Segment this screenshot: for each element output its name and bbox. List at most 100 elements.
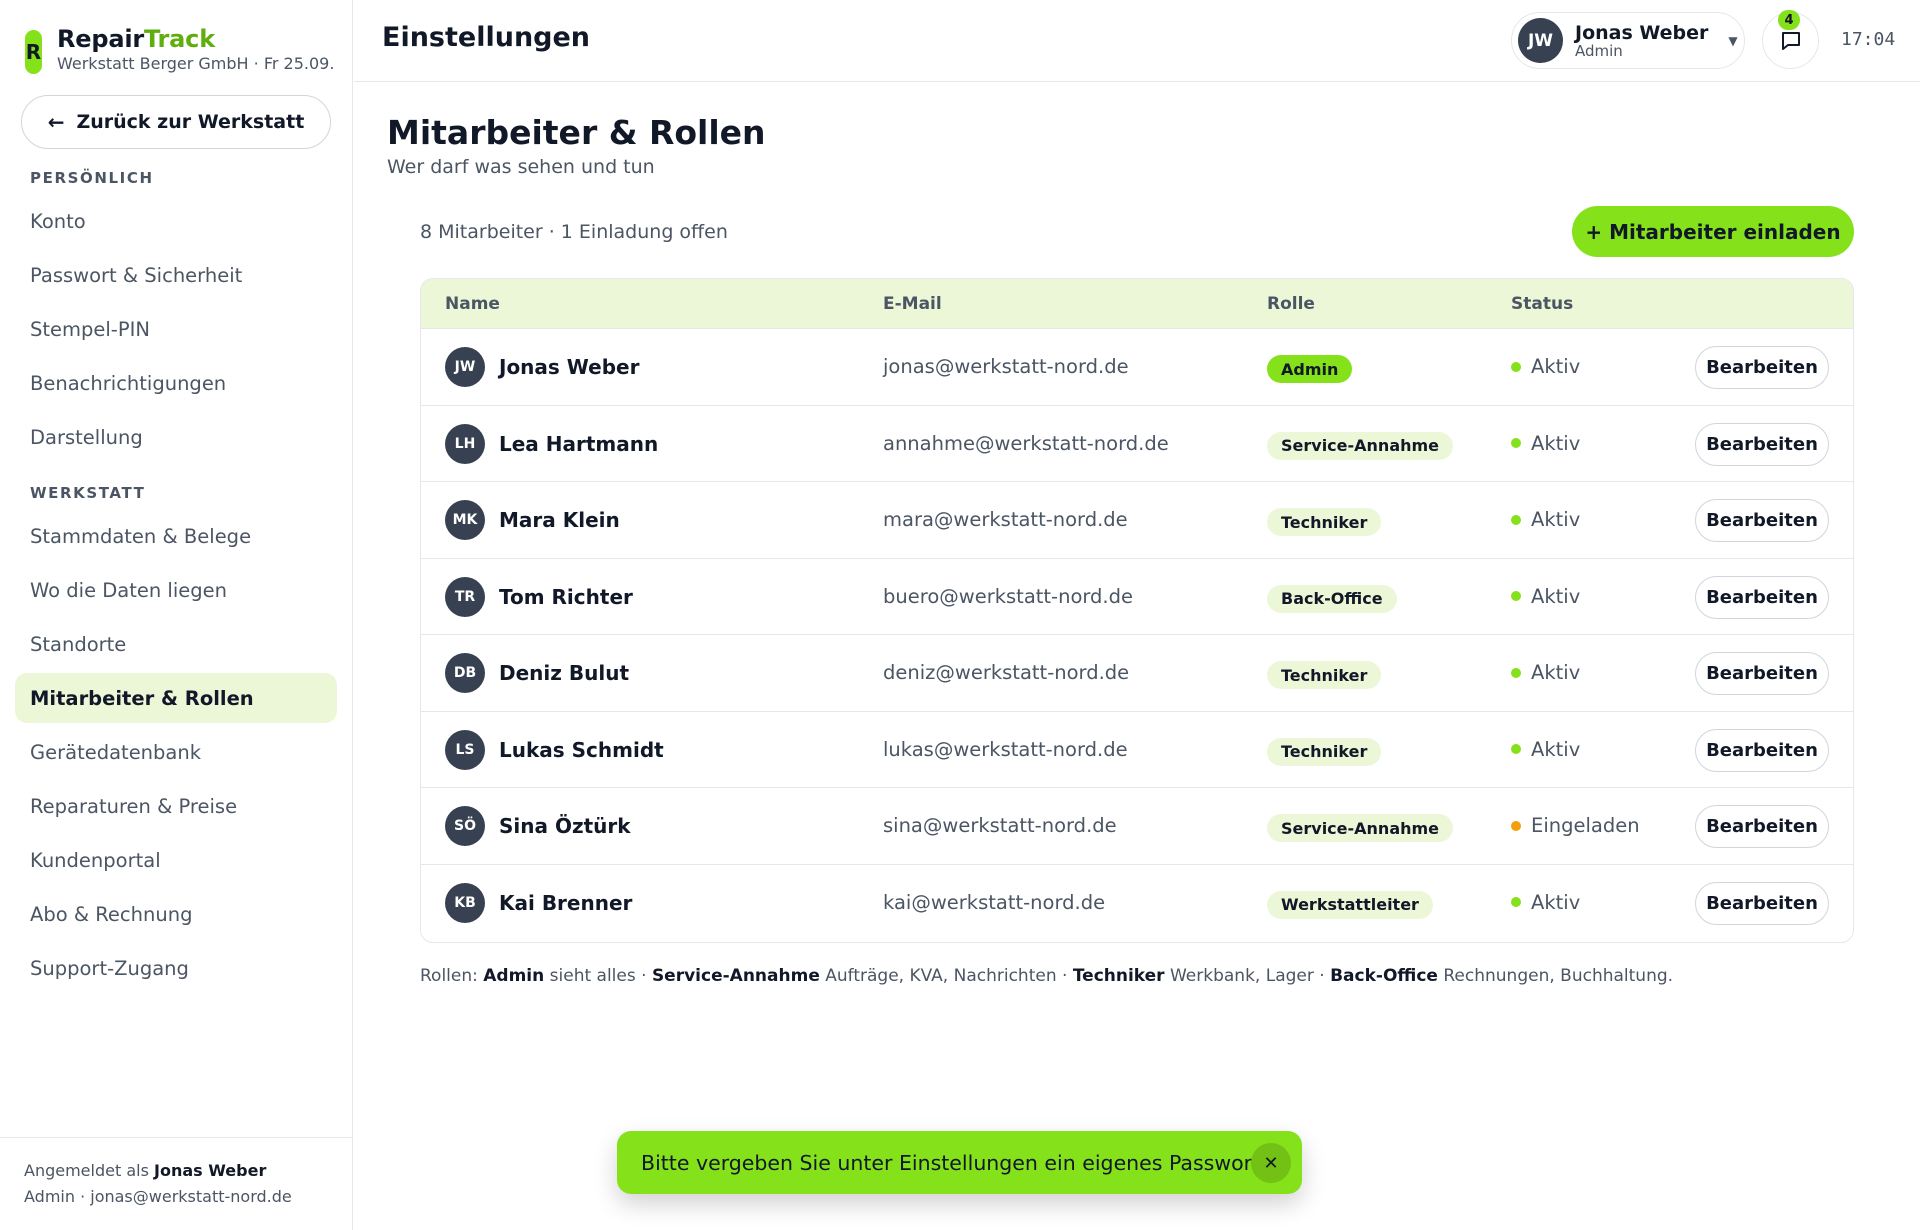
edit-button[interactable]: Bearbeiten <box>1695 805 1829 848</box>
password-toast: Bitte vergeben Sie unter Einstellungen e… <box>617 1131 1302 1194</box>
brand-logo-letter: R <box>25 40 42 64</box>
sidebar-item-darstellung[interactable]: Darstellung <box>15 412 337 462</box>
sidebar-item-kundenportal[interactable]: Kundenportal <box>15 835 337 885</box>
legend-desc: sieht alles <box>549 966 636 986</box>
employee-name: Mara Klein <box>499 508 620 532</box>
edit-button[interactable]: Bearbeiten <box>1695 575 1829 619</box>
logged-in-prefix: Angemeldet als <box>24 1161 149 1180</box>
employee-name: Sina Öztürk <box>499 814 631 838</box>
table-row: LH Lea Hartmann annahme@werkstatt-nord.d… <box>421 406 1853 482</box>
role-badge: Back-Office <box>1267 584 1397 613</box>
sidebar-item-support[interactable]: Support-Zugang <box>15 943 337 993</box>
status-label: Aktiv <box>1531 890 1581 914</box>
sidebar-item-benachrichtigungen[interactable]: Benachrichtigungen <box>15 358 337 408</box>
legend-desc: Rechnungen, Buchhaltung. <box>1443 966 1674 986</box>
legend-role: Techniker <box>1072 966 1165 986</box>
role-badge: Service-Annahme <box>1267 431 1454 460</box>
employee-name: Kai Brenner <box>499 890 633 915</box>
brand: R RepairTrack Werkstatt Berger GmbH · Fr… <box>25 24 334 74</box>
employee-name: Tom Richter <box>499 584 633 609</box>
sidebar-item-geraetedatenbank[interactable]: Gerätedatenbank <box>15 727 337 777</box>
employee-count: 8 Mitarbeiter · 1 Einladung offen <box>420 221 728 243</box>
edit-button[interactable]: Bearbeiten <box>1695 499 1829 542</box>
user-menu-button[interactable]: JW Jonas Weber Admin ▼ <box>1511 12 1745 69</box>
sidebar-item-konto[interactable]: Konto <box>15 196 337 246</box>
sidebar-item-abo[interactable]: Abo & Rechnung <box>15 889 337 939</box>
legend-desc: Aufträge, KVA, Nachrichten <box>825 966 1057 986</box>
legend-desc: Werkbank, Lager <box>1169 966 1314 986</box>
column-header-name: Name <box>445 294 500 314</box>
status-label: Aktiv <box>1531 737 1581 761</box>
column-header-email: E-Mail <box>883 294 942 314</box>
sidebar-item-mitarbeiter[interactable]: Mitarbeiter & Rollen <box>15 673 337 723</box>
employee-email: lukas@werkstatt-nord.de <box>883 737 1128 761</box>
employee-name: Deniz Bulut <box>499 661 629 685</box>
legend-role: Service-Annahme <box>651 966 820 986</box>
status-badge: Aktiv <box>1511 738 1580 761</box>
brand-subtitle: Werkstatt Berger GmbH · Fr 25.09. <box>57 54 335 73</box>
avatar: LS <box>445 729 485 770</box>
brand-name: RepairTrack <box>57 24 334 54</box>
status-badge: Aktiv <box>1511 432 1580 455</box>
legend-role: Back-Office <box>1330 966 1438 986</box>
sidebar-item-stammdaten[interactable]: Stammdaten & Belege <box>15 511 337 561</box>
status-badge: Aktiv <box>1511 508 1580 531</box>
edit-button[interactable]: Bearbeiten <box>1695 422 1829 466</box>
status-dot-icon <box>1511 820 1521 831</box>
sidebar-item-reparaturen[interactable]: Reparaturen & Preise <box>15 781 337 831</box>
employees-table: Name E-Mail Rolle Status JW Jonas Weber … <box>420 278 1854 943</box>
brand-name-part1: Repair <box>57 25 144 53</box>
clock: 17:04 <box>1841 29 1896 50</box>
status-badge: Eingeladen <box>1511 814 1640 837</box>
edit-button[interactable]: Bearbeiten <box>1695 881 1829 925</box>
status-label: Eingeladen <box>1531 814 1640 837</box>
legend-role: Admin <box>483 966 545 986</box>
column-header-status: Status <box>1511 294 1574 314</box>
employee-email: mara@werkstatt-nord.de <box>883 508 1128 531</box>
chat-bubble-icon <box>1781 31 1800 50</box>
brand-name-part2: Track <box>144 25 215 53</box>
avatar: JW <box>1518 18 1563 63</box>
status-dot-icon <box>1511 361 1521 372</box>
edit-button[interactable]: Bearbeiten <box>1695 728 1829 772</box>
edit-button[interactable]: Bearbeiten <box>1695 652 1829 695</box>
user-name: Jonas Weber <box>1575 21 1709 44</box>
column-header-role: Rolle <box>1267 294 1315 314</box>
employee-email: annahme@werkstatt-nord.de <box>883 431 1169 455</box>
sidebar-item-standorte[interactable]: Standorte <box>15 619 337 669</box>
avatar: JW <box>445 347 485 387</box>
employee-email: sina@werkstatt-nord.de <box>883 814 1117 837</box>
page-header-title: Einstellungen <box>382 22 591 53</box>
back-to-workshop-button[interactable]: ← Zurück zur Werkstatt <box>21 95 331 149</box>
role-badge: Werkstattleiter <box>1267 890 1433 919</box>
table-row: DB Deniz Bulut deniz@werkstatt-nord.de T… <box>421 635 1853 712</box>
sidebar: R RepairTrack Werkstatt Berger GmbH · Fr… <box>0 0 353 1230</box>
notification-badge: 4 <box>1778 10 1800 30</box>
employee-email: kai@werkstatt-nord.de <box>883 890 1106 914</box>
section-label-personal: PERSÖNLICH <box>30 169 154 187</box>
toast-message: Bitte vergeben Sie unter Einstellungen e… <box>641 1150 1267 1175</box>
section-label-workshop: WERKSTATT <box>30 484 146 502</box>
sidebar-item-stempel-pin[interactable]: Stempel-PIN <box>15 304 337 354</box>
sidebar-item-passwort[interactable]: Passwort & Sicherheit <box>15 250 337 300</box>
status-dot-icon <box>1511 744 1521 754</box>
employee-email: buero@werkstatt-nord.de <box>883 584 1134 608</box>
status-label: Aktiv <box>1531 508 1581 531</box>
status-dot-icon <box>1511 591 1521 601</box>
table-row: SÖ Sina Öztürk sina@werkstatt-nord.de Se… <box>421 788 1853 865</box>
sidebar-item-datenort[interactable]: Wo die Daten liegen <box>15 565 337 615</box>
avatar: DB <box>445 653 485 693</box>
table-header: Name E-Mail Rolle Status <box>421 279 1853 329</box>
role-badge: Service-Annahme <box>1267 814 1454 842</box>
invite-employee-button[interactable]: + Mitarbeiter einladen <box>1572 206 1854 257</box>
roles-legend: Rollen: Admin sieht alles · Service-Anna… <box>420 966 1674 986</box>
close-icon[interactable]: ✕ <box>1251 1143 1291 1183</box>
status-label: Aktiv <box>1531 584 1581 608</box>
section-title: Mitarbeiter & Rollen <box>387 113 766 152</box>
logged-in-detail: Admin · jonas@werkstatt-nord.de <box>24 1187 292 1206</box>
status-badge: Aktiv <box>1511 585 1580 608</box>
status-label: Aktiv <box>1531 431 1581 455</box>
edit-button[interactable]: Bearbeiten <box>1695 346 1829 389</box>
table-row: JW Jonas Weber jonas@werkstatt-nord.de A… <box>421 329 1853 406</box>
user-role: Admin <box>1575 41 1623 60</box>
